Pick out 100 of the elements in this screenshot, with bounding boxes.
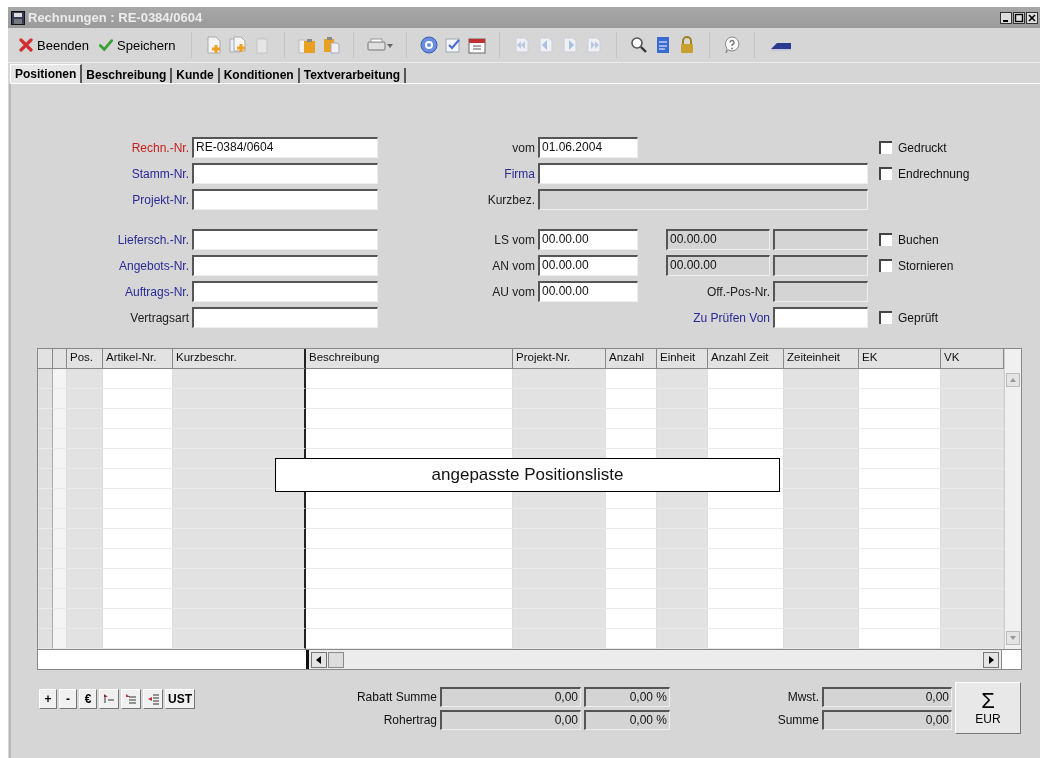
row-header[interactable] xyxy=(38,629,53,649)
row-header[interactable] xyxy=(38,369,53,389)
outdent-list-button[interactable] xyxy=(143,689,163,709)
column-header[interactable]: Projekt-Nr. xyxy=(513,349,606,369)
checkbox[interactable] xyxy=(879,233,892,246)
table-cell xyxy=(657,609,708,629)
table-cell xyxy=(67,549,103,569)
exit-button[interactable]: Beenden xyxy=(16,35,93,55)
input-field[interactable] xyxy=(192,163,378,184)
minimize-icon[interactable] xyxy=(1000,11,1012,24)
column-header[interactable]: VK xyxy=(941,349,1004,369)
value-field: 0,00 xyxy=(440,687,581,707)
tool-button[interactable]: € xyxy=(79,689,97,709)
scroll-up-icon[interactable] xyxy=(1006,373,1020,387)
tab[interactable]: Kunde xyxy=(172,68,220,83)
tab[interactable]: Textverarbeitung xyxy=(299,68,407,83)
column-header[interactable]: Pos. xyxy=(67,349,103,369)
total-label: Rabatt Summe xyxy=(356,690,437,704)
input-field[interactable] xyxy=(192,307,378,328)
field-label: Kurzbez. xyxy=(487,192,535,207)
checkbox[interactable] xyxy=(879,141,892,154)
calendar-icon[interactable] xyxy=(466,35,487,55)
tool-button[interactable]: UST xyxy=(165,689,195,709)
copy-document-icon[interactable] xyxy=(227,35,248,55)
input-field[interactable] xyxy=(192,281,378,302)
tab[interactable]: Beschreibung xyxy=(82,68,173,83)
percent-field: 0,00 % xyxy=(584,710,670,730)
column-header[interactable]: Beschreibung xyxy=(306,349,513,369)
table-cell xyxy=(53,449,67,469)
value-field: 0,00 xyxy=(822,710,952,730)
x-icon xyxy=(19,38,33,52)
sum-button[interactable]: Σ EUR xyxy=(955,682,1021,734)
window-title: Rechnungen : RE-0384/0604 xyxy=(28,10,204,25)
row-header[interactable] xyxy=(38,529,53,549)
table-cell xyxy=(67,449,103,469)
indent-list-button[interactable] xyxy=(121,689,141,709)
horizontal-scrollbar[interactable] xyxy=(309,650,1001,669)
table-cell xyxy=(53,529,67,549)
save-button[interactable]: Speichern xyxy=(96,35,179,55)
checkbox-icon[interactable] xyxy=(442,35,463,55)
input-field[interactable]: 00.00.00 xyxy=(538,281,638,302)
row-header[interactable] xyxy=(38,509,53,529)
list-indent-icon xyxy=(146,692,160,706)
input-field[interactable] xyxy=(538,163,868,184)
input-field[interactable] xyxy=(192,189,378,210)
input-field[interactable] xyxy=(773,307,868,328)
scroll-down-icon[interactable] xyxy=(1006,631,1020,645)
row-header[interactable] xyxy=(38,549,53,569)
column-header[interactable]: Zeiteinheit xyxy=(784,349,859,369)
close-icon[interactable] xyxy=(1026,11,1038,24)
column-header[interactable] xyxy=(53,349,67,369)
checkbox[interactable] xyxy=(879,167,892,180)
row-header[interactable] xyxy=(38,409,53,429)
checkbox[interactable] xyxy=(879,311,892,324)
indent-left-button[interactable] xyxy=(99,689,119,709)
table-cell xyxy=(941,509,1004,529)
input-field[interactable]: RE-0384/0604 xyxy=(192,137,378,158)
field-label: AN vom xyxy=(492,258,535,273)
table-cell xyxy=(941,449,1004,469)
scroll-thumb[interactable] xyxy=(328,651,344,668)
input-field[interactable]: 00.00.00 xyxy=(538,229,638,250)
table-cell xyxy=(53,589,67,609)
scroll-left-icon[interactable] xyxy=(311,651,327,668)
column-header[interactable]: Anzahl xyxy=(606,349,657,369)
search-icon[interactable] xyxy=(628,35,649,55)
row-header[interactable] xyxy=(38,489,53,509)
column-header[interactable]: Einheit xyxy=(657,349,708,369)
field-label: Stamm-Nr. xyxy=(131,166,189,181)
tab[interactable]: Positionen xyxy=(10,64,83,83)
column-header[interactable]: Artikel-Nr. xyxy=(103,349,173,369)
table-cell xyxy=(657,549,708,569)
row-header[interactable] xyxy=(38,449,53,469)
field-label: LS vom xyxy=(494,232,535,247)
row-header[interactable] xyxy=(38,389,53,409)
row-header[interactable] xyxy=(38,589,53,609)
table-cell xyxy=(67,609,103,629)
row-header[interactable] xyxy=(38,609,53,629)
table-cell xyxy=(941,469,1004,489)
scroll-right-icon[interactable] xyxy=(983,651,999,668)
tool-button[interactable]: + xyxy=(39,689,57,709)
row-header[interactable] xyxy=(38,569,53,589)
column-header[interactable]: Anzahl Zeit xyxy=(708,349,784,369)
value-field: 0,00 xyxy=(822,687,952,707)
input-field[interactable] xyxy=(192,255,378,276)
row-header[interactable] xyxy=(38,469,53,489)
tab[interactable]: Konditionen xyxy=(219,68,300,83)
column-header[interactable]: Kurzbeschr. xyxy=(173,349,306,369)
checkmark-icon xyxy=(99,38,114,52)
input-field[interactable] xyxy=(192,229,378,250)
field-label: vom xyxy=(512,140,535,155)
table-cell xyxy=(657,389,708,409)
row-header[interactable] xyxy=(38,429,53,449)
input-field[interactable]: 00.00.00 xyxy=(538,255,638,276)
field-label: Rechn.-Nr. xyxy=(131,140,189,155)
checkbox[interactable] xyxy=(879,259,892,272)
tool-button[interactable]: - xyxy=(59,689,77,709)
input-field[interactable]: 01.06.2004 xyxy=(538,137,638,158)
maximize-icon[interactable] xyxy=(1013,11,1025,24)
column-header[interactable]: EK xyxy=(859,349,941,369)
vertical-scrollbar[interactable] xyxy=(1004,349,1021,649)
